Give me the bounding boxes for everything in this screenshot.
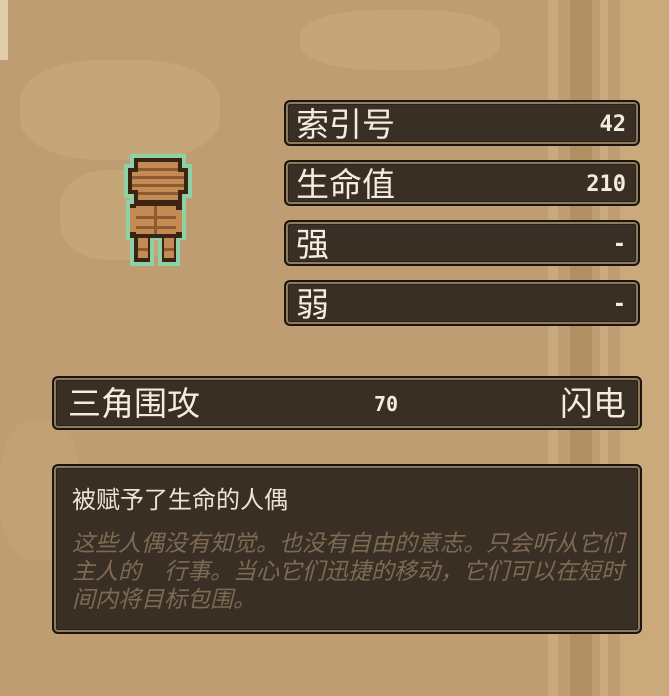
stat-index-label: 索引号 [296,105,395,144]
stat-hp-label: 生命值 [296,165,395,204]
stat-strong-value: - [612,232,626,257]
description-title: 被赋予了生命的人偶 [72,486,288,514]
description-body: 这些人偶没有知觉。也没有自由的意志。只会听从它们主人的 行事。当心它们迅捷的移动… [72,531,624,613]
skill-element: 闪电 [560,384,626,423]
stat-hp: 生命值 210 [284,160,640,206]
description-panel: 被赋予了生命的人偶 这些人偶没有知觉。也没有自由的意志。只会听从它们主人的 行事… [52,464,642,634]
skill-name: 三角围攻 [68,384,200,423]
stat-strong: 强 - [284,220,640,266]
character-sprite [118,150,198,270]
golem-doll-icon [124,154,192,266]
skill-power: 70 [374,392,399,416]
skill-row[interactable]: 三角围攻 70 闪电 [52,376,642,430]
stat-index: 索引号 42 [284,100,640,146]
stat-index-value: 42 [599,112,627,137]
stat-strong-label: 强 [296,225,329,264]
stat-weak: 弱 - [284,280,640,326]
stat-weak-label: 弱 [296,285,329,324]
stat-weak-value: - [612,292,626,317]
stat-hp-value: 210 [586,172,626,197]
